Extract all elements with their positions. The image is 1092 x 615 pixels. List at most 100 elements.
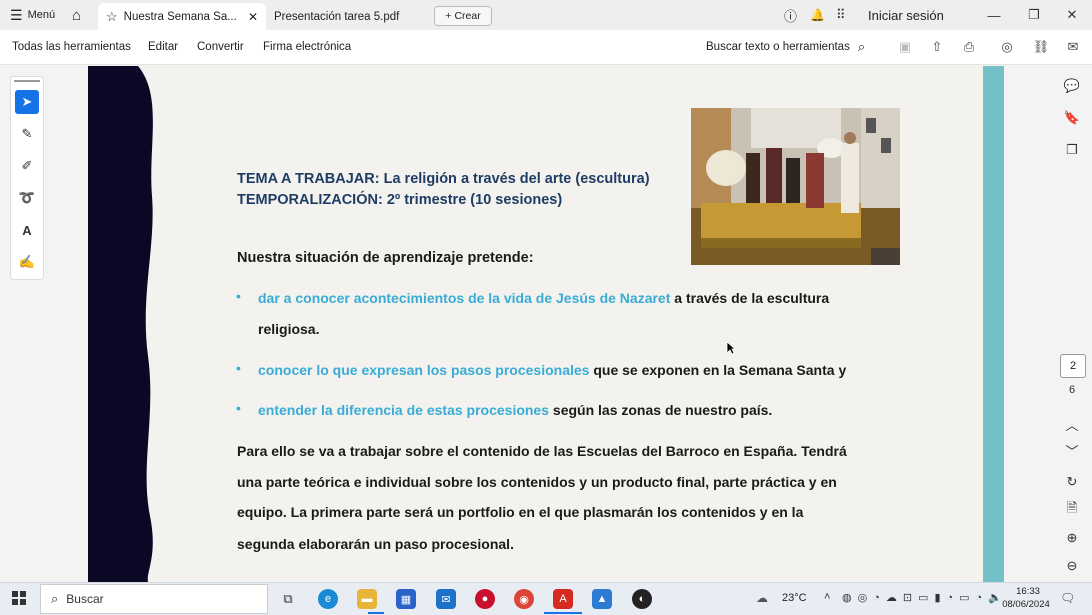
menu-label: Menú — [27, 9, 56, 21]
chrome-icon[interactable]: ◉ — [514, 589, 534, 609]
photos-icon[interactable]: ▲ — [592, 589, 612, 609]
share-icon[interactable]: ◎ — [998, 38, 1016, 56]
tab-presentacion[interactable]: Presentación tarea 5.pdf — [266, 3, 432, 30]
sign-tool-icon[interactable]: ✍ — [15, 250, 39, 274]
paragraph-line-1: Para ello se va a trabajar sobre el cont… — [237, 443, 847, 459]
windows-start-icon[interactable] — [12, 591, 26, 605]
bullet-3-rest: según las zonas de nuestro país. — [549, 402, 773, 418]
add-comment-icon[interactable]: ✎ — [15, 122, 39, 146]
bullet-1-line2: religiosa. — [258, 321, 320, 337]
decorative-wave-border — [88, 66, 153, 582]
all-tools-button[interactable]: Todas las herramientas — [12, 30, 131, 64]
help-icon[interactable]: ⓘ — [784, 0, 797, 30]
highlight-pen-icon[interactable]: ✐ — [15, 154, 39, 178]
file-info-icon[interactable]: 🗎 — [1062, 500, 1082, 520]
search-icon: ⌕ — [857, 39, 866, 54]
new-tab-label: Crear — [454, 10, 481, 22]
drag-handle[interactable] — [14, 80, 40, 82]
clock-date[interactable]: 08/06/2024 — [996, 599, 1056, 610]
taskbar: ⌕ Buscar ⧉ e ▬ ▦ ✉ ● ◉ A ▲ ◐ ☁ 23°C ˄ ◍◎… — [0, 582, 1092, 615]
bullet-1-highlight: dar a conocer acontecimientos de la vida… — [258, 290, 671, 306]
bookmark-icon[interactable]: 🔖 — [1062, 108, 1082, 128]
print-icon[interactable]: ⎙ — [960, 38, 978, 56]
bullet-dot: • — [236, 288, 241, 304]
search-tools-button[interactable]: Buscar texto o herramientas ⌕ — [706, 30, 865, 64]
taskbar-search-placeholder: Buscar — [66, 592, 104, 606]
notifications-icon[interactable]: 🗨 — [1060, 591, 1075, 605]
bullet-2-line1: conocer lo que expresan los pasos proces… — [258, 362, 846, 378]
pages-icon[interactable]: ❐ — [1062, 140, 1082, 160]
select-cursor-icon[interactable]: ➤ — [15, 90, 39, 114]
save-icon[interactable]: ▣ — [896, 38, 914, 56]
text-box-icon[interactable]: A — [15, 218, 39, 242]
right-panel: 💬 🔖 ❐ 2 6 ︿ ﹀ ↻ 🗎 ⊕ ⊖ — [1004, 66, 1092, 582]
bullet-dot: • — [236, 360, 241, 376]
signin-button[interactable]: Iniciar sesión — [868, 0, 944, 30]
task-view-icon[interactable]: ⧉ — [278, 589, 298, 609]
plus-icon: + — [445, 10, 452, 22]
file-explorer-icon[interactable]: ▬ — [357, 589, 377, 609]
app-dark-icon[interactable]: ◐ — [632, 589, 652, 609]
draw-freeform-icon[interactable]: ➰ — [15, 186, 39, 210]
mail-icon[interactable]: ✉ — [1064, 38, 1082, 56]
tray-icons[interactable]: ◍◎◔☁⊡▭▮◔▭◔🔈 — [842, 591, 1008, 604]
paragraph-line-4: segunda elaborarán un paso procesional. — [237, 536, 514, 552]
close-window-icon[interactable]: ✕ — [1052, 0, 1092, 30]
zoom-in-icon[interactable]: ⊕ — [1062, 528, 1082, 548]
home-icon[interactable]: ⌂ — [72, 0, 81, 30]
maximize-icon[interactable]: ❐ — [1014, 0, 1054, 30]
intro-text: Nuestra situación de aprendizaje pretend… — [237, 250, 534, 266]
clock-time[interactable]: 16:33 — [1010, 586, 1046, 597]
bell-icon[interactable]: 🔔 — [810, 0, 825, 30]
weather-icon[interactable]: ☁ — [756, 591, 768, 605]
temperature[interactable]: 23°C — [782, 592, 807, 604]
zoom-out-icon[interactable]: ⊖ — [1062, 556, 1082, 576]
teal-side-strip — [983, 66, 1004, 582]
taskbar-search-box[interactable]: ⌕ Buscar — [40, 584, 268, 614]
topic-title: TEMA A TRABAJAR: La religión a través de… — [237, 171, 650, 187]
upload-icon[interactable]: ⇧ — [928, 38, 946, 56]
minimize-icon[interactable]: — — [974, 0, 1014, 30]
bullet-2-highlight: conocer lo que expresan los pasos proces… — [258, 362, 590, 378]
toolbar: Todas las herramientas Editar Convertir … — [0, 30, 1092, 65]
acrobat-icon[interactable]: A — [553, 589, 573, 609]
procession-photo — [691, 108, 900, 265]
refresh-icon[interactable]: ↻ — [1062, 472, 1082, 492]
current-page-input[interactable]: 2 — [1060, 354, 1086, 378]
menu-button[interactable]: ☰ Menú — [10, 0, 55, 30]
page-down-icon[interactable]: ﹀ — [1062, 440, 1082, 460]
edge-browser-icon[interactable]: e — [318, 589, 338, 609]
paragraph-line-2: una parte teórica e individual sobre los… — [237, 474, 837, 490]
tab-label: Nuestra Semana Sa... — [123, 10, 237, 23]
paragraph-line-3: equipo. La primera parte será un portfol… — [237, 504, 804, 520]
convert-button[interactable]: Convertir — [197, 30, 244, 64]
total-pages: 6 — [1068, 384, 1076, 396]
hamburger-icon: ☰ — [10, 6, 23, 23]
mail-app-icon[interactable]: ✉ — [436, 589, 456, 609]
edit-button[interactable]: Editar — [148, 30, 178, 64]
close-tab-icon[interactable]: ✕ — [248, 10, 258, 24]
tab-label: Presentación tarea 5.pdf — [274, 10, 400, 23]
bullet-1-line1: dar a conocer acontecimientos de la vida… — [258, 290, 829, 306]
link-icon[interactable]: ⛓ — [1032, 38, 1050, 56]
app-red-icon[interactable]: ● — [475, 589, 495, 609]
bullet-3-highlight: entender la diferencia de estas procesio… — [258, 402, 550, 418]
e-sign-button[interactable]: Firma electrónica — [263, 30, 351, 64]
document-page: TEMA A TRABAJAR: La religión a través de… — [88, 66, 1004, 582]
new-tab-button[interactable]: + Crear — [434, 6, 492, 26]
chevron-up-icon[interactable]: ˄ — [824, 591, 830, 603]
page-up-icon[interactable]: ︿ — [1062, 414, 1082, 434]
bullet-dot: • — [236, 400, 241, 416]
star-icon[interactable]: ☆ — [106, 9, 118, 25]
title-bar: ☰ Menú ⌂ ☆ Nuestra Semana Sa... ✕ Presen… — [0, 0, 1092, 30]
left-tools-panel: ➤ ✎ ✐ ➰ A ✍ — [10, 76, 44, 280]
comment-icon[interactable]: 💬 — [1062, 76, 1082, 96]
apps-grid-icon[interactable]: ⠿ — [836, 0, 846, 30]
search-tools-label: Buscar texto o herramientas — [706, 41, 850, 53]
bullet-3-line1: entender la diferencia de estas procesio… — [258, 402, 772, 418]
bullet-1-rest: a través de la escultura — [670, 290, 830, 306]
store-icon[interactable]: ▦ — [396, 589, 416, 609]
bullet-2-rest: que se exponen en la Semana Santa y — [589, 362, 847, 378]
tab-nuestra-semana[interactable]: ☆ Nuestra Semana Sa... ✕ — [98, 3, 266, 30]
mouse-cursor-icon — [726, 341, 736, 355]
